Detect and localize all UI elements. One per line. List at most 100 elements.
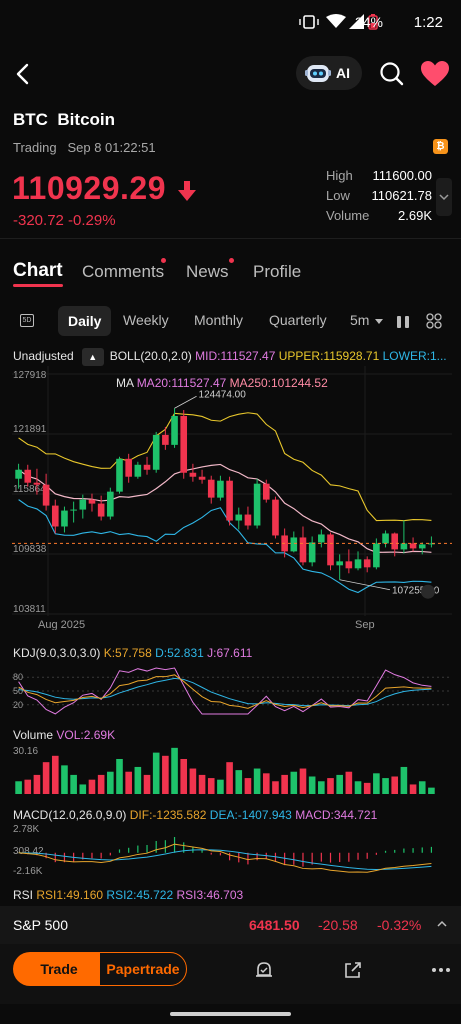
trade-button[interactable]: Trade bbox=[13, 952, 105, 986]
favorite-heart-icon[interactable] bbox=[420, 60, 450, 88]
volume-bar bbox=[244, 778, 252, 794]
volume-bar bbox=[327, 778, 334, 794]
robot-icon bbox=[305, 65, 331, 82]
candle-body bbox=[42, 484, 50, 506]
candle-body bbox=[207, 479, 215, 498]
volume-bar bbox=[226, 762, 233, 794]
volume-bar bbox=[354, 781, 362, 794]
comments-notification-dot bbox=[161, 258, 166, 263]
candle-body bbox=[345, 561, 353, 569]
volume-bar bbox=[363, 782, 371, 794]
boll-mid: MID:111527.47 bbox=[195, 349, 276, 364]
candle-style-icon[interactable] bbox=[396, 314, 410, 330]
share-icon[interactable] bbox=[342, 959, 364, 981]
candle-body bbox=[15, 469, 22, 479]
candle-body bbox=[299, 537, 307, 563]
ai-assistant-button[interactable]: AI bbox=[296, 56, 362, 90]
more-options-icon[interactable] bbox=[431, 967, 451, 973]
candle-body bbox=[418, 544, 426, 549]
ticker-price: 6481.50 bbox=[249, 917, 300, 933]
candle-body bbox=[88, 499, 96, 504]
kdj-legend: KDJ(9.0,3.0,3.0) K:57.758 D:52.831 J:67.… bbox=[13, 646, 253, 660]
volume-bar bbox=[308, 776, 316, 794]
volume-bar bbox=[382, 778, 389, 794]
candle-body bbox=[244, 514, 252, 526]
volume-bar bbox=[373, 773, 380, 794]
annotation-leader bbox=[174, 395, 197, 409]
alert-bell-icon[interactable] bbox=[253, 959, 275, 981]
tab-profile[interactable]: Profile bbox=[253, 262, 301, 282]
volume-bar bbox=[281, 774, 288, 794]
five-day-icon[interactable]: 5D bbox=[20, 314, 34, 327]
ticker-name: S&P 500 bbox=[13, 917, 69, 933]
candle-body bbox=[143, 464, 151, 470]
period-quarterly[interactable]: Quarterly bbox=[269, 312, 327, 328]
tab-chart[interactable]: Chart bbox=[13, 260, 63, 287]
papertrade-button[interactable]: Papertrade bbox=[99, 952, 187, 986]
stat-volume: Volume 2.69K bbox=[326, 208, 432, 223]
content-tabs: Chart Comments News Profile bbox=[13, 258, 453, 292]
volume-legend: Volume VOL:2.69K bbox=[13, 728, 116, 742]
collapse-button[interactable]: ▲ bbox=[81, 348, 104, 366]
volume-bar bbox=[253, 768, 261, 794]
candle-body bbox=[354, 559, 362, 569]
candle-body bbox=[391, 533, 399, 550]
market-status: Trading Sep 8 01:22:51 bbox=[13, 140, 156, 155]
volume-bar bbox=[318, 781, 325, 794]
boll-legend: Unadjusted ▲ BOLL(20.0,2.0) MID:111527.47 … bbox=[13, 348, 447, 366]
candlestick-chart[interactable]: 127918121891115864109838103811124474.001… bbox=[0, 366, 461, 630]
period-weekly[interactable]: Weekly bbox=[123, 312, 169, 328]
ticker-pct: -0.32% bbox=[377, 917, 422, 933]
kdj-level-label: 50 bbox=[13, 686, 23, 696]
interval-dropdown[interactable]: 5m bbox=[350, 312, 384, 328]
adjust-mode[interactable]: Unadjusted bbox=[13, 349, 74, 363]
volume-bar bbox=[143, 774, 151, 794]
volume-bar bbox=[207, 778, 215, 794]
candle-body bbox=[327, 534, 334, 566]
layout-grid-icon[interactable] bbox=[426, 313, 442, 329]
battery-level: 34% bbox=[354, 14, 383, 30]
volume-bar bbox=[79, 784, 87, 794]
volume-bar bbox=[107, 771, 114, 794]
tab-comments[interactable]: Comments bbox=[82, 262, 164, 282]
boll-name: BOLL(20.0,2.0) bbox=[109, 349, 192, 364]
expand-stats-button[interactable] bbox=[436, 178, 452, 216]
volume-bar bbox=[116, 758, 123, 794]
y-tick-label: 115864 bbox=[13, 484, 46, 495]
volume-bar bbox=[336, 774, 343, 794]
y-tick-label: 121891 bbox=[13, 424, 47, 435]
candle-body bbox=[253, 483, 261, 526]
candle-body bbox=[318, 534, 325, 543]
candle-body bbox=[336, 561, 343, 566]
candle-body bbox=[152, 434, 160, 470]
volume-bar bbox=[299, 768, 307, 794]
tab-news[interactable]: News bbox=[186, 262, 229, 282]
back-arrow-icon[interactable] bbox=[8, 58, 40, 90]
candle-body bbox=[189, 472, 197, 477]
bottom-action-bar: Trade Papertrade bbox=[0, 944, 461, 1004]
vibrate-icon bbox=[299, 15, 319, 29]
search-icon[interactable] bbox=[378, 60, 406, 88]
volume-bar bbox=[235, 770, 243, 794]
rsi-legend: RSI RSI1:49.160 RSI2:45.722 RSI3:46.703 bbox=[13, 888, 244, 902]
volume-bar bbox=[24, 779, 32, 794]
volume-bar bbox=[152, 752, 160, 794]
reset-zoom-icon bbox=[421, 584, 435, 599]
volume-bar bbox=[97, 774, 105, 794]
kdj-level-label: 80 bbox=[13, 672, 23, 682]
period-monthly[interactable]: Monthly bbox=[194, 312, 243, 328]
period-daily[interactable]: Daily bbox=[58, 306, 112, 336]
candle-body bbox=[33, 482, 41, 485]
volume-bar bbox=[290, 771, 298, 794]
change-abs: -320.72 bbox=[13, 212, 64, 229]
chevron-up-icon[interactable] bbox=[436, 918, 448, 930]
candle-body bbox=[272, 499, 279, 536]
index-ticker[interactable]: S&P 500 6481.50 -20.58 -0.32% bbox=[0, 906, 461, 944]
y-tick-label: 109838 bbox=[13, 544, 47, 555]
candle-body bbox=[70, 509, 77, 511]
volume-bar bbox=[428, 787, 435, 794]
candle-body bbox=[308, 542, 316, 563]
volume-bar bbox=[400, 766, 408, 794]
volume-bar bbox=[51, 755, 59, 794]
volume-bar bbox=[262, 773, 270, 794]
